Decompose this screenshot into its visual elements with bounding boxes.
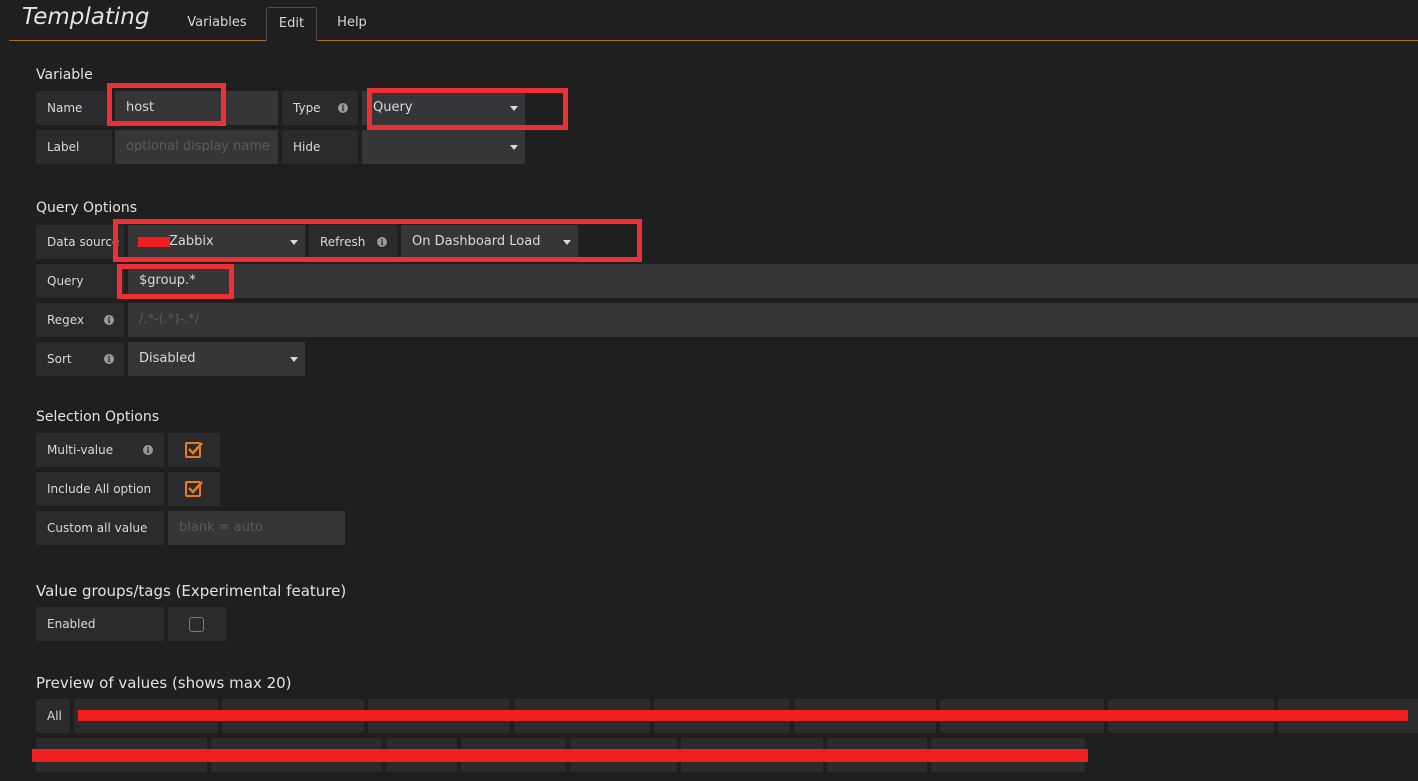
header-divider	[9, 40, 1418, 41]
info-icon: i	[338, 103, 348, 113]
multi-value-label: Multi-value i	[36, 433, 164, 467]
sort-label-text: Sort	[47, 352, 72, 366]
checkbox-unchecked-icon	[189, 617, 204, 632]
hide-label: Hide	[282, 130, 358, 164]
selection-options-section-title: Selection Options	[36, 409, 159, 425]
chevron-down-icon	[510, 145, 518, 150]
custom-all-input[interactable]: blank = auto	[168, 511, 345, 545]
datasource-label: Data source	[36, 225, 124, 259]
custom-all-label: Custom all value	[36, 511, 164, 545]
chevron-down-icon	[290, 357, 298, 362]
query-label: Query	[36, 264, 124, 298]
header: Templating Variables Edit Help	[0, 0, 1418, 41]
type-label-text: Type	[293, 101, 321, 115]
enabled-checkbox[interactable]	[168, 607, 227, 641]
info-icon: i	[104, 315, 114, 325]
query-options-section-title: Query Options	[36, 200, 138, 216]
page-title: Templating	[22, 4, 150, 30]
type-label: Type i	[282, 91, 358, 125]
regex-input[interactable]: /.*-(.*)-.*/	[128, 303, 1418, 337]
tab-variables[interactable]: Variables	[178, 7, 256, 41]
preview-section-title: Preview of values (shows max 20)	[36, 674, 292, 692]
hide-select[interactable]	[362, 130, 525, 164]
redaction-bar	[138, 237, 170, 247]
redaction-bar	[32, 749, 1088, 762]
tab-help[interactable]: Help	[328, 7, 376, 41]
checkbox-checked-icon	[185, 481, 203, 497]
info-icon: i	[104, 354, 114, 364]
regex-label: Regex i	[36, 303, 124, 337]
annotation-box	[117, 264, 234, 299]
label-input[interactable]: optional display name	[115, 130, 278, 164]
name-label: Name	[36, 91, 112, 125]
enabled-label: Enabled	[36, 607, 164, 641]
preview-value-all: All	[36, 699, 70, 733]
annotation-box	[107, 83, 226, 126]
tab-edit[interactable]: Edit	[266, 7, 317, 41]
annotation-gap	[579, 225, 636, 257]
info-icon: i	[143, 445, 153, 455]
include-all-label: Include All option	[36, 472, 164, 506]
sort-label: Sort i	[36, 342, 124, 376]
query-input[interactable]: $group.*	[128, 264, 1418, 298]
checkbox-checked-icon	[185, 442, 203, 458]
sort-select[interactable]: Disabled	[128, 342, 305, 376]
annotation-gap	[528, 93, 563, 125]
redaction-bar	[78, 710, 1408, 721]
multi-value-label-text: Multi-value	[47, 443, 114, 457]
sort-select-value: Disabled	[139, 351, 196, 366]
annotation-box	[113, 219, 642, 262]
label-label: Label	[36, 130, 112, 164]
regex-label-text: Regex	[47, 313, 85, 327]
regex-placeholder: /.*-(.*)-.*/	[139, 312, 200, 327]
variable-section-title: Variable	[36, 67, 93, 83]
include-all-checkbox[interactable]	[168, 472, 220, 506]
label-placeholder: optional display name	[126, 139, 270, 154]
multi-value-checkbox[interactable]	[168, 433, 220, 467]
value-groups-section-title: Value groups/tags (Experimental feature)	[36, 582, 347, 600]
custom-all-placeholder: blank = auto	[179, 520, 264, 535]
